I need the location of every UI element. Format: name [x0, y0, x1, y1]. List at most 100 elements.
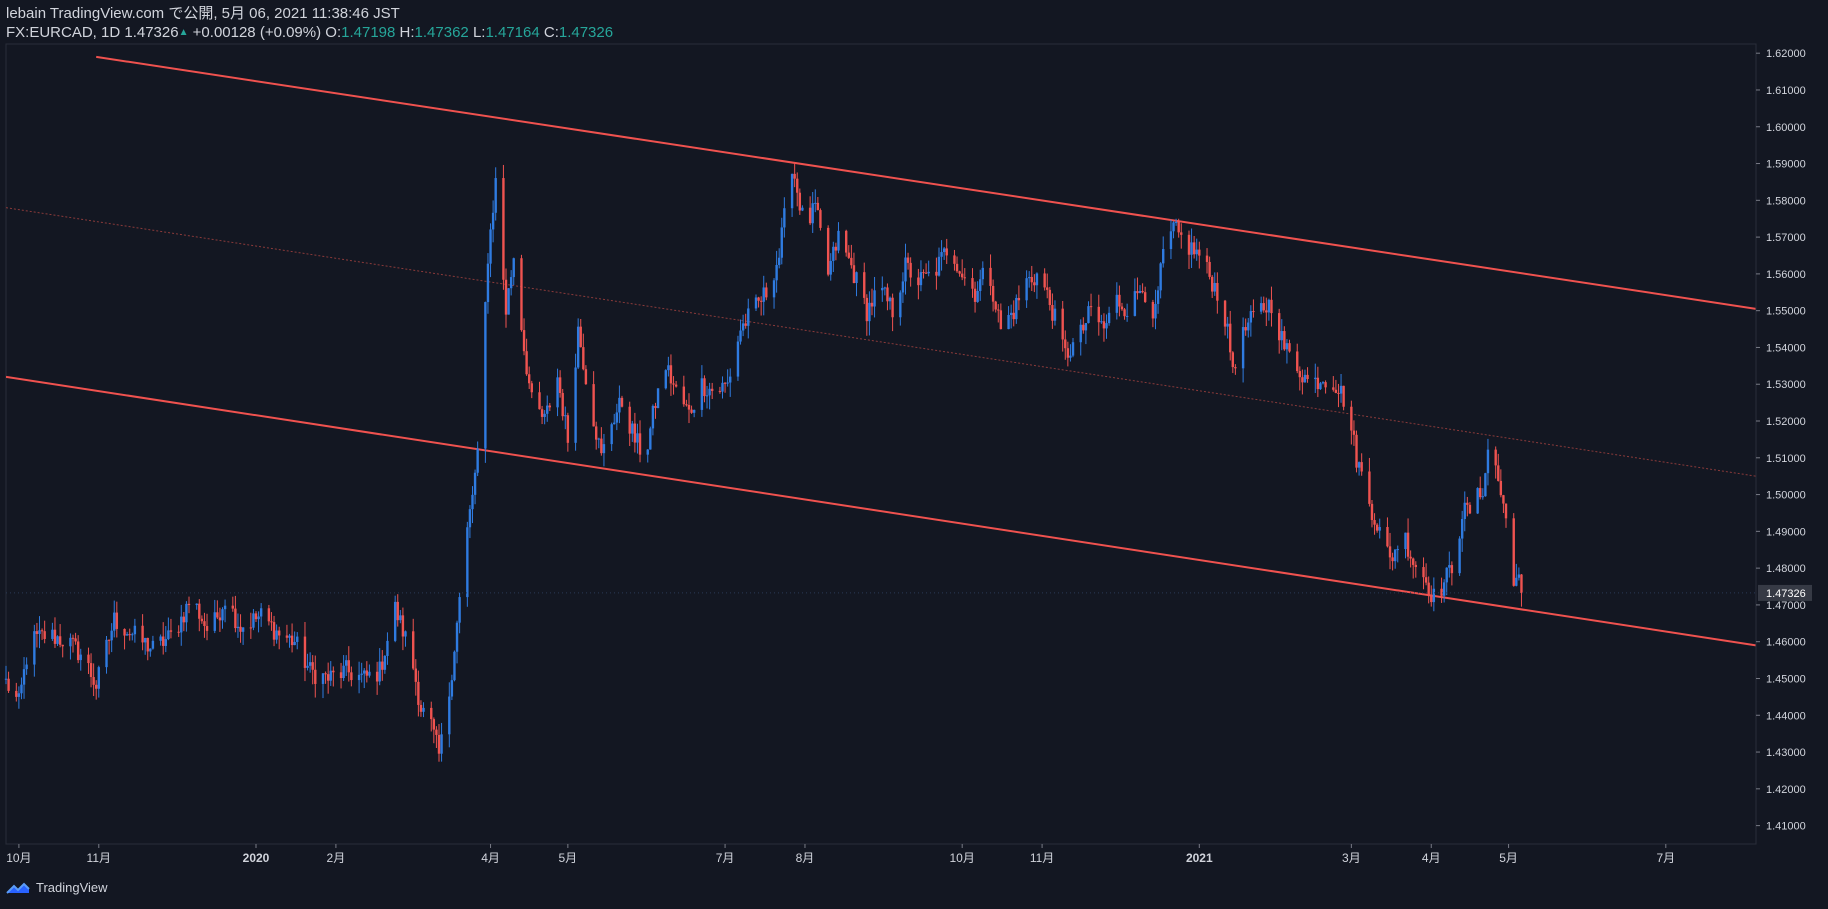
candle-body: [960, 273, 964, 278]
price-tick-label: 1.54000: [1766, 342, 1806, 354]
candle-body: [798, 192, 802, 211]
price-tick-label: 1.62000: [1766, 48, 1806, 60]
candle-body: [1115, 294, 1119, 313]
candle-body: [290, 635, 294, 646]
time-tick-label: 11月: [87, 851, 111, 865]
candle-body: [775, 264, 778, 281]
candle-body: [71, 637, 75, 639]
candle-body: [901, 281, 905, 293]
candle-body: [955, 263, 959, 272]
candle-body: [1479, 488, 1482, 498]
regression-channel[interactable]: [6, 55, 1756, 647]
candle-body: [646, 449, 649, 455]
candle-body: [509, 277, 513, 289]
candle-body: [945, 248, 948, 256]
time-tick-label: 4月: [1422, 851, 1441, 865]
candle-body: [1337, 392, 1340, 394]
candle-body: [61, 644, 64, 647]
candle-body: [1283, 331, 1286, 350]
tradingview-logo-icon[interactable]: [6, 881, 30, 895]
candle-body: [1069, 355, 1072, 358]
candle-body: [113, 612, 116, 631]
candle-body: [125, 634, 129, 636]
candle-body: [128, 634, 131, 636]
time-tick-label: 2月: [327, 851, 346, 865]
candle-body: [1187, 234, 1191, 255]
time-tick-label: 11月: [1030, 851, 1054, 865]
price-tick-label: 1.44000: [1766, 710, 1806, 722]
price-tick-label: 1.48000: [1766, 563, 1806, 575]
candle-body: [548, 405, 552, 408]
candle-body: [687, 404, 691, 410]
candle-body: [321, 673, 325, 684]
candle-body: [1210, 276, 1214, 292]
candle-body: [182, 616, 186, 623]
candle-body: [1370, 503, 1374, 521]
candle-body: [1342, 385, 1345, 407]
time-axis[interactable]: 10月 11月 2020 2月 4月 5月 7月 8月 10月 11月 2021 3月 4月 5月 7月: [6, 843, 1756, 865]
candle-body: [17, 693, 21, 697]
price-tick-label: 1.41000: [1766, 821, 1806, 833]
candle-body: [430, 707, 433, 720]
candle-body: [595, 426, 598, 440]
candle-body: [15, 690, 18, 697]
candle-body: [723, 382, 727, 384]
time-tick-label: 2021: [1186, 851, 1213, 865]
candle-body: [270, 621, 273, 623]
time-tick-label: 7月: [716, 851, 735, 865]
candle-body: [412, 631, 415, 669]
brand-label[interactable]: TradingView: [36, 880, 108, 895]
candle-body: [870, 302, 874, 307]
candle-body: [1035, 273, 1039, 286]
candle-body: [1265, 310, 1268, 313]
price-chart[interactable]: 1.41000 1.42000 1.43000 1.44000 1.45000 1.460…: [0, 0, 1828, 909]
price-tick-label: 1.59000: [1766, 159, 1806, 171]
candle-body: [53, 629, 57, 644]
candle-body: [105, 639, 108, 668]
candle-body: [1497, 465, 1500, 481]
candle-body: [922, 272, 925, 274]
candle-body: [1319, 383, 1322, 390]
candle-body: [365, 670, 369, 676]
candle-body: [522, 330, 526, 352]
candle-body: [721, 382, 724, 392]
candle-body: [1053, 308, 1057, 321]
candle-body: [999, 310, 1003, 330]
candle-body: [1270, 299, 1273, 314]
time-tick-label: 4月: [481, 851, 500, 865]
candle-body: [1306, 374, 1309, 380]
candle-body: [1484, 473, 1487, 497]
candle-body: [592, 384, 595, 427]
candle-body: [74, 638, 77, 642]
candle-body: [1378, 527, 1381, 531]
candle-body: [868, 302, 871, 322]
grid: [5, 43, 1757, 845]
candle-body: [976, 290, 979, 302]
candle-body: [772, 280, 776, 298]
candle-body: [1316, 377, 1320, 390]
candle-body: [881, 287, 884, 291]
candle-body: [151, 640, 155, 649]
candle-body: [1198, 249, 1201, 256]
candle-body: [832, 246, 835, 261]
candle-body: [259, 608, 263, 617]
candle-body: [169, 630, 173, 632]
price-axis[interactable]: 1.41000 1.42000 1.43000 1.44000 1.45000 1.460…: [6, 44, 1812, 844]
candle-body: [386, 640, 389, 656]
candle-body: [530, 383, 533, 393]
candle-body: [1151, 301, 1155, 319]
candle-body: [1015, 297, 1018, 320]
price-tick-label: 1.50000: [1766, 490, 1806, 502]
candle-body: [110, 630, 113, 641]
candle-body: [216, 612, 219, 618]
candle-body: [1252, 311, 1255, 313]
candle-body: [700, 378, 704, 410]
candle-body: [89, 663, 93, 678]
candle-body: [1494, 449, 1497, 466]
candle-body: [311, 662, 314, 670]
candle-body: [971, 278, 974, 289]
candle-body: [703, 378, 706, 397]
candle-body: [883, 287, 887, 289]
candle-body: [656, 388, 660, 409]
candle-body: [455, 622, 459, 652]
